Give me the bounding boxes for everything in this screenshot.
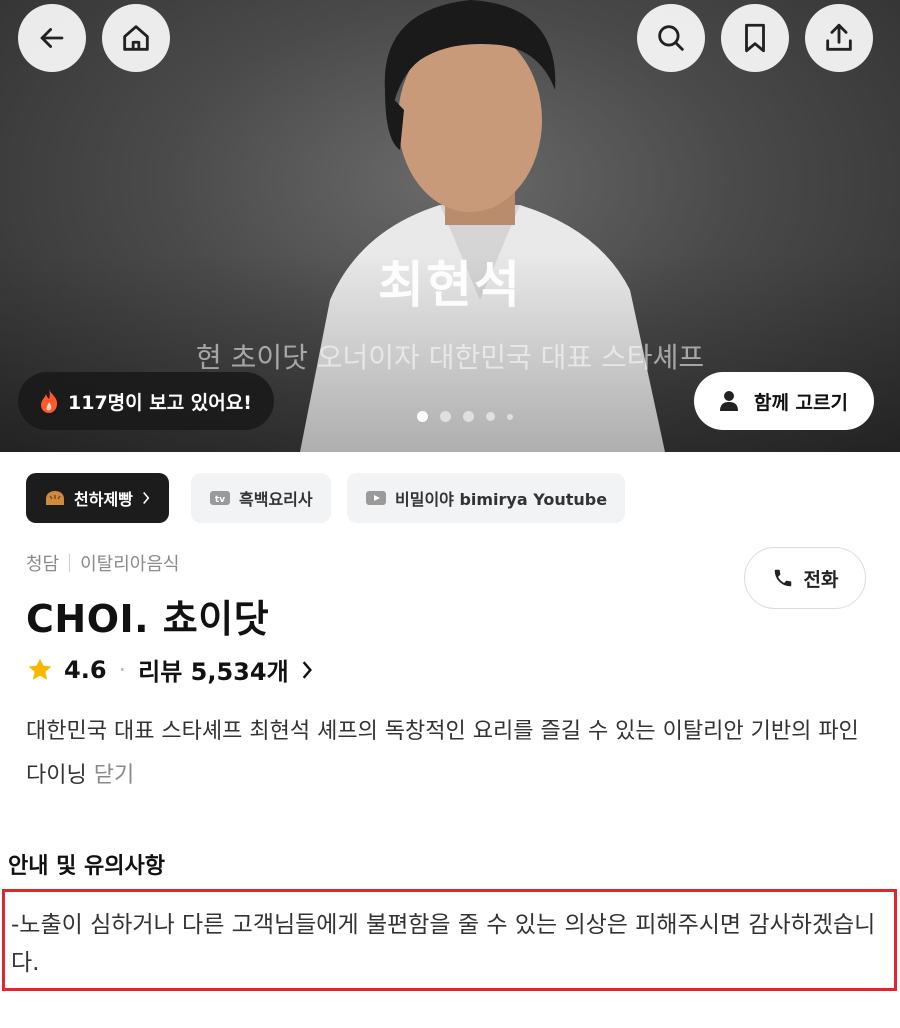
- notice-text: -노출이 심하거나 다른 고객님들에게 불편함을 줄 수 있는 의상은 피해주시…: [11, 912, 876, 976]
- chip-youtube[interactable]: 비밀이야 bimirya Youtube: [347, 473, 626, 523]
- bookmark-icon: [745, 23, 765, 53]
- chip-bread[interactable]: 천하제빵: [26, 473, 169, 523]
- restaurant-description: 대한민국 대표 스타셰프 최현석 셰프의 독창적인 요리를 즐길 수 있는 이탈…: [26, 710, 886, 798]
- hero-subtitle: 현 초이닷 오너이자 대한민국 대표 스타셰프: [195, 341, 705, 374]
- svg-text:tv: tv: [215, 495, 225, 505]
- hero-title: 최현석: [378, 256, 522, 314]
- divider: [69, 554, 71, 572]
- rating-row[interactable]: 4.6 · 리뷰 5,534개: [26, 652, 315, 687]
- chip-tv-label: 흑백요리사: [239, 490, 313, 509]
- cuisine-label: 이탈리아음식: [80, 554, 180, 575]
- rating-value: 4.6: [64, 655, 107, 684]
- search-icon: [658, 25, 684, 51]
- category-breadcrumb: 청담 이탈리아음식: [26, 550, 179, 576]
- carousel-dot[interactable]: [417, 411, 428, 422]
- carousel-dot[interactable]: [507, 413, 513, 420]
- back-icon: [40, 28, 64, 48]
- bread-icon: [46, 491, 64, 505]
- carousel-dot[interactable]: [463, 411, 474, 422]
- dot-separator: ·: [118, 655, 127, 684]
- chip-bread-label: 천하제빵: [74, 490, 133, 509]
- share-icon: [826, 23, 852, 51]
- chip-youtube-label: 비밀이야 bimirya Youtube: [395, 490, 608, 509]
- person-icon: [719, 391, 738, 411]
- carousel-dot[interactable]: [440, 411, 451, 422]
- call-label: 전화: [803, 568, 839, 591]
- share-button[interactable]: [805, 4, 873, 72]
- carousel-dot[interactable]: [486, 412, 495, 421]
- restaurant-name: CHOI. 쵸이닷: [26, 597, 270, 641]
- carousel-indicator[interactable]: [417, 411, 513, 422]
- collapse-link[interactable]: 닫기: [94, 763, 134, 788]
- call-button[interactable]: 전화: [744, 547, 866, 609]
- flame-icon: [41, 389, 58, 413]
- tv-icon: tv: [210, 491, 230, 505]
- youtube-icon: [366, 491, 386, 505]
- chevron-right-icon: [142, 492, 150, 504]
- home-button[interactable]: [102, 4, 170, 72]
- phone-icon: [774, 569, 791, 587]
- choose-together-label: 함께 고르기: [753, 391, 848, 414]
- area-label: 청담: [26, 554, 60, 575]
- bookmark-button[interactable]: [721, 4, 789, 72]
- notice-title: 안내 및 유의사항: [8, 854, 165, 879]
- chip-tv[interactable]: tv 흑백요리사: [191, 473, 331, 523]
- home-icon: [123, 25, 149, 51]
- chevron-right-icon: [302, 660, 312, 679]
- review-count-link[interactable]: 리뷰 5,534개: [138, 652, 289, 687]
- choose-together-button[interactable]: 함께 고르기: [693, 372, 874, 430]
- star-icon: [28, 657, 52, 680]
- hero-banner[interactable]: 최현석 현 초이닷 오너이자 대한민국 대표 스타셰프 117명이 보고 있어요…: [0, 0, 900, 452]
- viewer-count-text: 117명이 보고 있어요!: [68, 391, 252, 414]
- search-button[interactable]: [637, 4, 705, 72]
- back-button[interactable]: [18, 4, 86, 72]
- notice-highlight-box: -노출이 심하거나 다른 고객님들에게 불편함을 줄 수 있는 의상은 피해주시…: [2, 889, 897, 991]
- viewer-count-badge: 117명이 보고 있어요!: [18, 372, 274, 430]
- description-text: 대한민국 대표 스타셰프 최현석 셰프의 독창적인 요리를 즐길 수 있는 이탈…: [26, 719, 859, 788]
